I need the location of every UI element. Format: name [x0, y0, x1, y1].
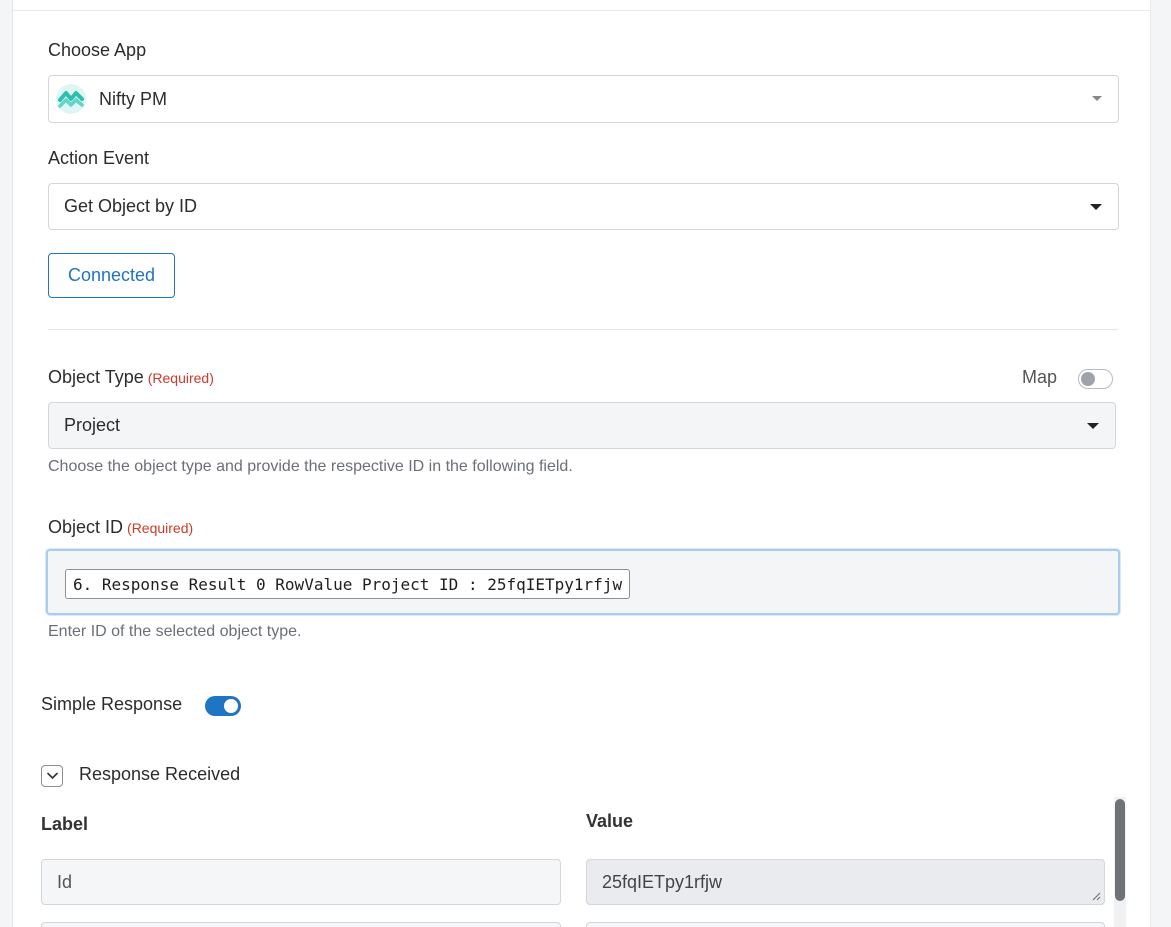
caret-down-icon: [1090, 203, 1102, 210]
action-config-panel: Choose App Nifty PM Action Event Get Obj…: [12, 0, 1151, 927]
required-badge: (Required): [147, 370, 214, 386]
next-row-value-field[interactable]: [586, 922, 1105, 927]
object-type-help-text: Choose the object type and provide the r…: [48, 458, 573, 475]
toggle-knob: [1081, 372, 1095, 386]
scrollbar-thumb[interactable]: [1115, 799, 1125, 901]
object-type-select[interactable]: Project: [48, 402, 1116, 449]
top-divider: [13, 10, 1150, 11]
caret-down-icon: [1087, 422, 1099, 429]
map-toggle[interactable]: [1078, 369, 1113, 389]
response-value-field[interactable]: 25fqIETpy1rfjw: [586, 859, 1105, 905]
mapped-field-token[interactable]: 6. Response Result 0 RowValue Project ID…: [65, 569, 631, 599]
next-row-label-field[interactable]: [41, 922, 561, 927]
choose-app-label: Choose App: [48, 40, 147, 60]
label-column-header: Label: [41, 814, 89, 834]
value-column-header: Value: [586, 811, 634, 831]
chevron-down-icon: [1092, 96, 1102, 101]
response-label-field[interactable]: Id: [41, 859, 561, 905]
object-id-help-text: Enter ID of the selected object type.: [48, 623, 302, 640]
response-value-text: 25fqIETpy1rfjw: [602, 871, 723, 892]
map-label: Map: [1022, 367, 1058, 387]
object-type-value: Project: [64, 415, 121, 435]
toggle-knob: [224, 699, 238, 713]
object-id-input[interactable]: 6. Response Result 0 RowValue Project ID…: [46, 549, 1120, 615]
choose-app-value: Nifty PM: [99, 88, 168, 109]
object-type-label: Object Type (Required): [48, 367, 214, 388]
action-event-select[interactable]: Get Object by ID: [48, 183, 1119, 230]
simple-response-label: Simple Response: [41, 694, 183, 714]
object-id-label: Object ID (Required): [48, 517, 193, 538]
action-event-value: Get Object by ID: [64, 196, 198, 216]
section-divider: [48, 329, 1118, 330]
required-badge: (Required): [127, 520, 194, 536]
resize-handle-icon[interactable]: [1091, 891, 1101, 901]
chevron-down-icon: [47, 772, 58, 779]
simple-response-toggle[interactable]: [205, 696, 241, 716]
choose-app-select[interactable]: Nifty PM: [48, 75, 1119, 123]
response-received-label: Response Received: [79, 764, 241, 784]
action-event-label: Action Event: [48, 148, 150, 168]
object-id-label-text: Object ID: [48, 517, 124, 537]
response-received-collapse-button[interactable]: [41, 765, 63, 787]
connected-button[interactable]: Connected: [48, 253, 175, 298]
object-type-label-text: Object Type: [48, 367, 144, 387]
nifty-pm-logo-icon: [56, 84, 86, 114]
